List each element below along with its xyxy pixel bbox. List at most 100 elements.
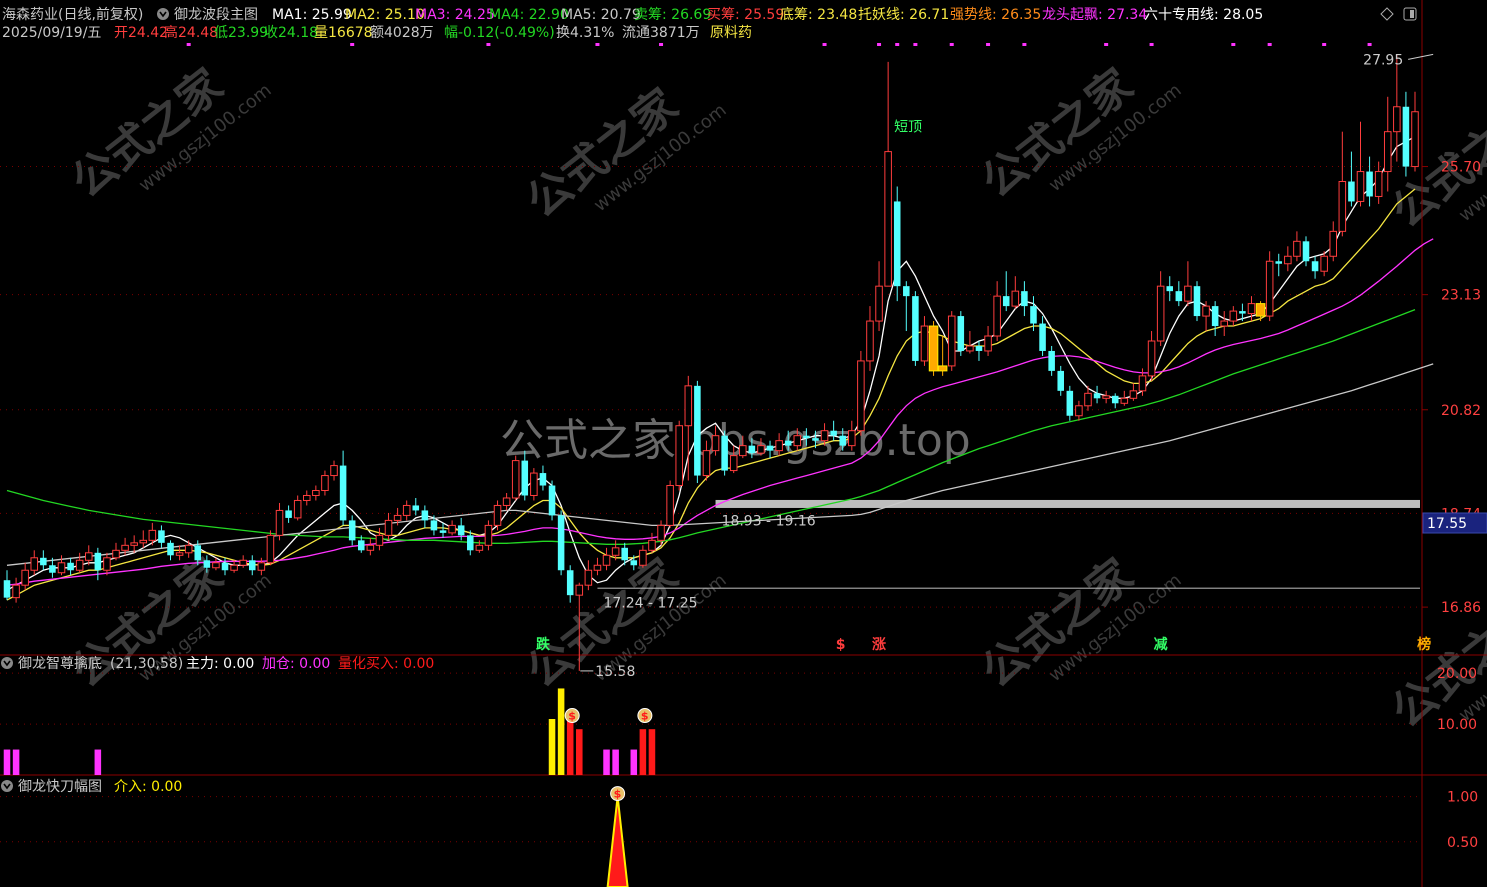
candle-body-down (248, 560, 256, 571)
indicator-bar (630, 749, 638, 775)
candle-body-up (1247, 303, 1256, 315)
candle-body-down (630, 560, 638, 566)
sub1-legend-item: 量化买入: 0.00 (338, 656, 434, 672)
candle-body-up (112, 549, 120, 559)
candle-body-up (30, 557, 39, 571)
signal-marker: 跌 (536, 637, 551, 653)
quote-item: 开24.42 (114, 25, 168, 41)
sub1-legend-item: 主力: 0.00 (186, 656, 254, 672)
candle-body-down (1193, 286, 1201, 317)
candle-body-up (57, 562, 66, 574)
price-tick-label: 25.70 (1441, 160, 1481, 176)
sub2-header[interactable]: 御龙快刀幅图 介入: 0.00 (1, 779, 182, 795)
indicator-bar (612, 749, 619, 775)
money-symbol: $ (614, 788, 622, 801)
candle[interactable] (1265, 251, 1274, 322)
candle[interactable] (912, 291, 919, 366)
signal-dot (1267, 43, 1272, 46)
ma-legend-item: 六十专用线: 28.05 (1144, 7, 1263, 23)
sub2-dropdown-icon[interactable] (1, 780, 13, 792)
candle-body-up (866, 320, 874, 362)
candle-body-up (530, 472, 538, 496)
candle-body-up (1011, 290, 1020, 307)
ma-legend-item: MA4: 22.90 (489, 7, 569, 23)
candle-body-down (94, 552, 102, 571)
candle-body-up (1293, 240, 1301, 257)
candle[interactable] (530, 468, 538, 501)
sub1-tick-label: 10.00 (1437, 717, 1477, 733)
quote-item: 换4.31% (556, 24, 614, 41)
sub1-legend: 主力: 0.00 加仓: 0.00 量化买入: 0.00 (186, 656, 434, 672)
candle-body-up (1338, 181, 1347, 232)
candle-body-down (339, 465, 347, 521)
candle-body-up (739, 445, 747, 457)
candle[interactable] (1066, 385, 1074, 421)
ma-legend: MA1: 25.99MA2: 25.10MA3: 24.25MA4: 22.90… (272, 6, 1263, 23)
signal-dot (486, 43, 491, 46)
candle-body-down (439, 530, 447, 533)
candle[interactable] (511, 455, 520, 501)
candle[interactable] (721, 430, 728, 476)
candle-body-down (421, 510, 429, 521)
candle-body-down (1402, 106, 1410, 167)
candle-body-down (49, 565, 56, 573)
signal-dot (949, 43, 954, 46)
candle-body-down (467, 535, 474, 551)
dropdown-icon[interactable] (157, 8, 169, 20)
candle-body-up (593, 564, 602, 571)
signal-dot (895, 43, 900, 46)
candle[interactable] (666, 480, 674, 528)
quote-item: 收24.18 (264, 25, 318, 41)
candle[interactable] (857, 350, 865, 436)
candle-body-down (1039, 323, 1046, 351)
sub2-tick-label: 0.50 (1447, 835, 1478, 851)
candle[interactable] (947, 311, 956, 371)
indicator-bar (557, 688, 565, 775)
stock-chart[interactable]: 公式之家www.gszj100.com 公式之家www.gszj100.com 公式… (0, 0, 1487, 887)
candle-body-up (475, 544, 484, 551)
candle-body-down (1111, 395, 1119, 404)
chart-annotation: 17.24 - 17.25 (603, 596, 697, 612)
candle[interactable] (694, 380, 701, 484)
candle-body-down (721, 435, 728, 471)
candle-body-highlight (937, 365, 948, 372)
candle-body-up (130, 542, 138, 546)
candle-body-up (139, 539, 148, 544)
candle-body-down (694, 385, 701, 476)
candle[interactable] (957, 311, 965, 356)
price-tick-label: 20.82 (1441, 403, 1481, 419)
candle-body-down (1166, 286, 1174, 292)
quote-item: 额4028万 (370, 25, 434, 41)
candle-body-down (957, 316, 965, 351)
candle-body-down (457, 525, 465, 536)
candle[interactable] (1193, 281, 1201, 322)
ma-legend-item: MA3: 24.25 (415, 7, 495, 23)
candle-body-up (1265, 260, 1274, 317)
signal-dot (659, 43, 664, 46)
candle-body-down (839, 435, 846, 446)
candle[interactable] (493, 500, 502, 531)
indicator-bar (576, 729, 583, 775)
signal-dot (913, 43, 918, 46)
candle-body-down (1211, 306, 1219, 327)
candle-body-up (575, 584, 584, 596)
candle[interactable] (266, 530, 275, 566)
candle[interactable] (893, 186, 901, 302)
sub1-header[interactable]: 御龙智尊擒底 (21,30,58) 主力: 0.00 加仓: 0.00 量化买入: … (1, 655, 434, 672)
candle-body-down (766, 445, 774, 451)
ma-legend-item: 龙头起飘: 27.34 (1042, 7, 1147, 23)
candle-body-down (1366, 171, 1373, 197)
signal-marker: 榜 (1417, 636, 1431, 653)
sub1-dropdown-icon[interactable] (1, 657, 13, 669)
candle[interactable] (675, 420, 683, 491)
candle-body-up (1220, 320, 1229, 327)
candle[interactable] (548, 480, 556, 521)
candle-body-down (3, 580, 11, 598)
candle[interactable] (484, 520, 493, 551)
candle[interactable] (557, 510, 565, 576)
candle[interactable] (928, 321, 939, 376)
period-label: (日线,前复权) (58, 6, 143, 23)
panel-toggle-fill (1410, 10, 1414, 18)
candle-body-up (1284, 255, 1292, 265)
candle-body-down (1275, 261, 1283, 264)
